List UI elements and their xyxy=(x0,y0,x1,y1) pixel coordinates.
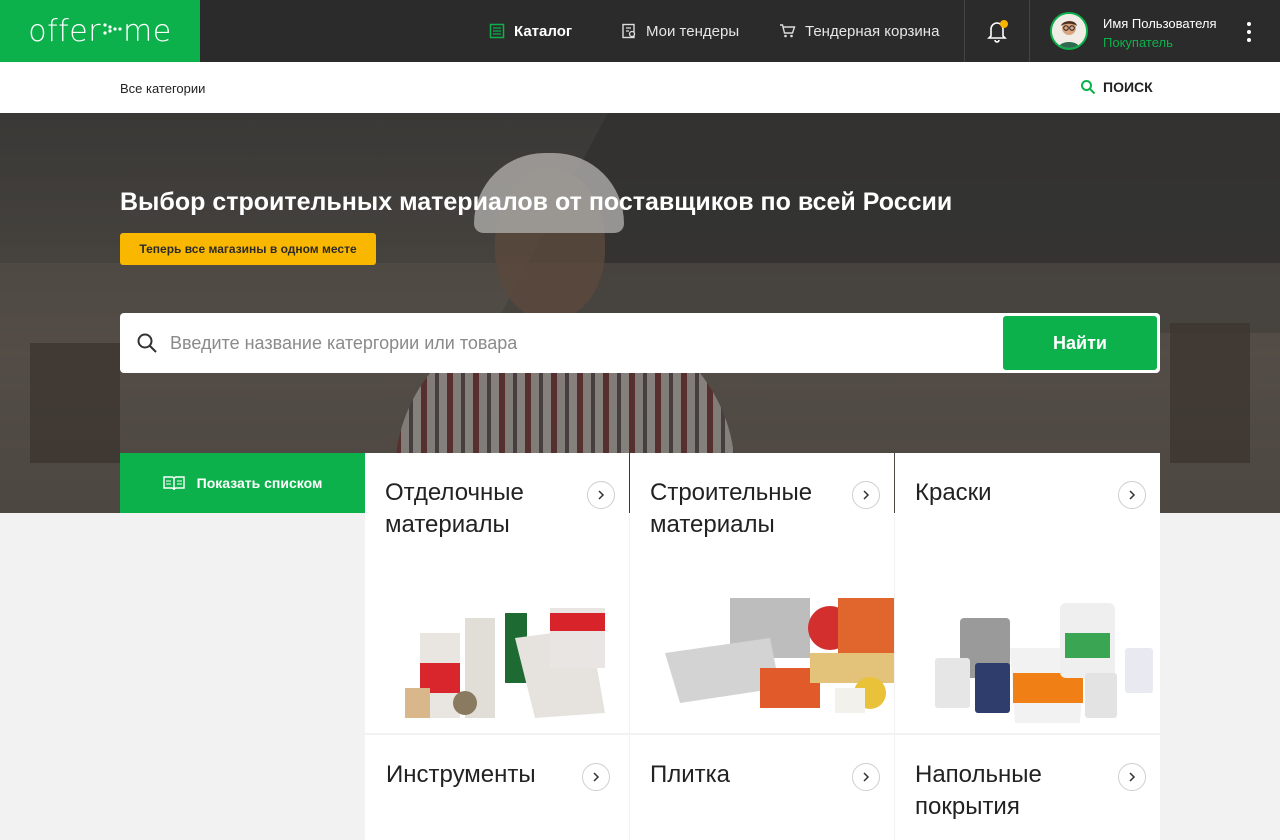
paints-image xyxy=(935,603,1153,723)
nav-tender-cart[interactable]: Тендерная корзина xyxy=(779,0,939,62)
chevron-right-icon[interactable] xyxy=(1118,763,1146,791)
catalog-icon xyxy=(489,23,505,39)
search-link[interactable]: ПОИСК xyxy=(1080,79,1153,95)
sub-navbar: Все категории ПОИСК xyxy=(0,62,1280,113)
hero-title: Выбор строительных материалов от поставщ… xyxy=(120,188,953,216)
search-icon xyxy=(136,332,158,354)
search-icon xyxy=(1080,79,1096,95)
category-card[interactable]: Строительные материалы xyxy=(630,453,894,733)
nav-catalog-label: Каталог xyxy=(514,22,573,40)
nav-catalog[interactable]: Каталог xyxy=(489,0,572,62)
header-divider xyxy=(1029,0,1030,62)
user-role: Покупатель xyxy=(1103,35,1173,50)
promo-badge: Теперь все магазины в одном месте xyxy=(120,233,376,265)
tenders-icon xyxy=(621,23,637,39)
chevron-right-icon[interactable] xyxy=(852,481,880,509)
header-divider xyxy=(964,0,965,62)
category-card[interactable]: Инструменты xyxy=(365,735,629,840)
more-menu-icon[interactable] xyxy=(1240,20,1258,44)
chevron-right-icon[interactable] xyxy=(587,481,615,509)
category-card[interactable]: Отделочные материалы xyxy=(365,453,629,733)
category-title: Отделочные материалы xyxy=(385,479,524,538)
logo[interactable]: offer me xyxy=(0,0,200,62)
nav-my-tenders-label: Мои тендеры xyxy=(646,22,740,40)
avatar[interactable] xyxy=(1050,12,1088,50)
notification-dot xyxy=(1000,20,1008,28)
top-navbar: offer me Каталог Мои тендеры Тендерная к… xyxy=(0,0,1280,62)
logo-text-left: offer xyxy=(28,13,102,49)
chevron-right-icon[interactable] xyxy=(582,763,610,791)
building-materials-image xyxy=(665,598,894,713)
logo-text-right: me xyxy=(123,13,172,49)
book-icon xyxy=(162,475,185,491)
finishing-materials-image xyxy=(405,608,605,718)
nav-my-tenders[interactable]: Мои тендеры xyxy=(621,0,739,62)
cart-icon xyxy=(779,23,796,39)
search-link-label: ПОИСК xyxy=(1103,79,1153,95)
find-button[interactable]: Найти xyxy=(1003,316,1157,370)
category-title: Напольные покрытия xyxy=(915,761,1042,820)
category-title: Строительные материалы xyxy=(650,479,813,538)
search-input[interactable] xyxy=(170,323,990,363)
category-card[interactable]: Напольные покрытия xyxy=(895,735,1160,840)
show-as-list-label: Показать списком xyxy=(196,475,323,491)
category-card[interactable]: Плитка xyxy=(630,735,894,840)
chevron-right-icon[interactable] xyxy=(1118,481,1146,509)
category-title: Краски xyxy=(915,479,992,506)
category-card[interactable]: Краски xyxy=(895,453,1160,733)
nav-tender-cart-label: Тендерная корзина xyxy=(805,22,940,40)
category-title: Плитка xyxy=(650,761,731,788)
show-as-list-button[interactable]: Показать списком xyxy=(120,453,365,513)
chevron-right-icon[interactable] xyxy=(852,763,880,791)
main-search-bar: Найти xyxy=(120,313,1160,373)
user-name[interactable]: Имя Пользователя xyxy=(1103,16,1217,31)
logo-dots-icon xyxy=(103,23,122,35)
category-title: Инструменты xyxy=(386,761,536,788)
breadcrumb[interactable]: Все категории xyxy=(120,81,205,96)
